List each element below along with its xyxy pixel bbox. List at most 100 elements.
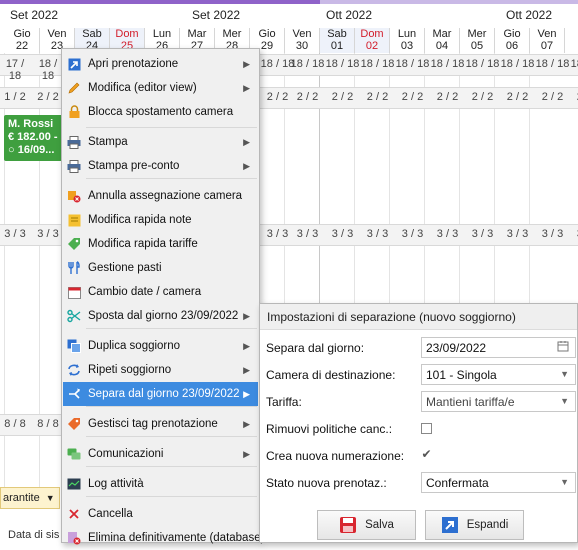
day-header: Gio 06 [495,28,530,53]
menu-item-print[interactable]: Stampa ▶ [63,130,258,154]
submenu-arrow-icon: ▶ [243,388,250,399]
day-number: 06 [505,40,519,52]
from-day-input[interactable]: 23/09/2022 [421,337,576,358]
menu-item-cancel[interactable]: Cancella [63,502,258,526]
menu-separator [86,406,257,407]
menu-item-change-dates-room[interactable]: Cambio date / camera [63,280,258,304]
availability-cell: 2 / 2 [401,91,424,103]
lock-icon [67,105,81,119]
menu-item-quick-edit-notes[interactable]: Modifica rapida note [63,208,258,232]
printer-icon [67,135,81,149]
submenu-arrow-icon: ▶ [243,364,250,375]
menu-item-repeat-stay[interactable]: Ripeti soggiorno ▶ [63,358,258,382]
day-header: Lun 03 [390,28,425,53]
printer-icon [67,159,81,173]
menu-separator [86,436,257,437]
calendar-icon [67,285,81,299]
availability-cell: 3 / 3 [541,228,564,240]
dest-room-label: Camera di destinazione: [266,368,396,382]
expand-button[interactable]: Espandi [425,510,524,540]
tag-icon [67,237,81,251]
remove-policies-label: Rimuovi politiche canc.: [266,422,393,436]
availability-cell: 2 / 2 [471,91,494,103]
menu-item-lock-room-move[interactable]: Blocca spostamento camera [63,100,258,124]
day-name: Mar [432,28,452,40]
menu-item-label: Stampa [88,136,128,148]
availability-cell: 18 / 18 [38,58,58,82]
tag-orange-icon [67,417,81,431]
day-header: Sab 01 [320,28,355,53]
booking-block[interactable]: M. Rossi € 182.00 - ○ 16/09... [4,115,66,161]
calendar-icon[interactable] [557,340,569,355]
status-select[interactable]: Confermata ▼ [421,472,576,493]
availability-cell: 18 / 18 [570,58,578,70]
menu-item-label: Sposta dal giorno 23/09/2022 [88,310,239,322]
menu-item-label: Modifica rapida note [88,214,192,226]
menu-item-edit-editor-view[interactable]: Modifica (editor view) ▶ [63,76,258,100]
save-button[interactable]: Salva [317,510,416,540]
menu-item-label: Log attività [88,478,144,490]
menu-item-split-from-day[interactable]: Separa dal giorno 23/09/2022 ▶ [63,382,258,406]
availability-cell: 3 / 3 [436,228,459,240]
menu-item-meal-management[interactable]: Gestione pasti [63,256,258,280]
menu-item-unassign-room[interactable]: Annulla assegnazione camera [63,184,258,208]
menu-item-label: Cambio date / camera [88,286,202,298]
menu-item-activity-log[interactable]: Log attività [63,472,258,496]
menu-item-print-pre-bill[interactable]: Stampa pre-conto ▶ [63,154,258,178]
day-name: Gio [13,28,31,40]
menu-separator [86,328,257,329]
menu-item-duplicate-stay[interactable]: Duplica soggiorno ▶ [63,334,258,358]
availability-cell: 18 / 18 [290,58,325,70]
menu-item-manage-booking-tags[interactable]: Gestisci tag prenotazione ▶ [63,412,258,436]
availability-cell: 3 / 3 [401,228,424,240]
day-number: 01 [330,40,344,52]
submenu-arrow-icon: ▶ [243,136,250,147]
pencil-icon [67,81,81,95]
availability-cell: 2 / 2 [37,91,59,103]
menu-item-label: Annulla assegnazione camera [88,190,243,202]
chevron-down-icon: ▼ [560,477,569,487]
expand-label: Espandi [466,519,509,531]
chevron-down-icon: ▼ [560,369,569,379]
menu-item-quick-edit-rates[interactable]: Modifica rapida tariffe [63,232,258,256]
new-numbering-checkbox[interactable]: ✔ [421,448,432,461]
chevron-down-icon: ▼ [45,493,55,503]
submenu-arrow-icon: ▶ [243,82,250,93]
booking-status-value: arantite [3,492,40,504]
day-name: Gio [503,28,521,40]
menu-item-label: Duplica soggiorno [88,340,181,352]
availability-cell: 18 / 18 [325,58,360,70]
availability-cell: 8 / 8 [37,418,59,430]
day-number: 07 [540,40,554,52]
month-label: Ott 2022 [506,8,553,22]
menu-item-label: Gestione pasti [88,262,162,274]
day-header: Dom 02 [355,28,390,53]
availability-cell: 2 / 2 [366,91,389,103]
day-name: Sab [327,28,347,40]
month-label: Set 2022 [10,8,59,22]
availability-cell: 2 / 2 [436,91,459,103]
submenu-arrow-icon: ▶ [243,418,250,429]
booking-status-select[interactable]: arantite ▼ [0,487,60,509]
rate-select[interactable]: Mantieni tariffa/e ▼ [421,391,576,412]
menu-item-move-from-day[interactable]: Sposta dal giorno 23/09/2022 ▶ [63,304,258,328]
menu-separator [86,466,257,467]
availability-cell: 3 / 3 [366,228,389,240]
scissors-icon [67,309,81,323]
availability-cell: 18 / 18 [430,58,465,70]
menu-item-label: Separa dal giorno 23/09/2022 [88,388,240,400]
cross-icon [67,507,81,521]
day-number: 05 [470,40,484,52]
dest-room-select[interactable]: 101 - Singola ▼ [421,364,576,385]
month-label: Set 2022 [192,8,241,22]
menu-item-delete-permanently[interactable]: Elimina definitivamente (database) [63,526,264,550]
menu-item-open-booking[interactable]: Apri prenotazione ▶ [63,52,258,76]
panel-title: Impostazioni di separazione (nuovo soggi… [260,304,577,330]
menu-item-label: Modifica (editor view) [88,82,197,94]
menu-item-communications[interactable]: Comunicazioni ▶ [63,442,258,466]
remove-policies-checkbox[interactable] [421,423,432,434]
availability-cell: 18 / 18 [500,58,535,70]
day-name: Dom [360,28,384,40]
open-booking-icon [67,57,81,71]
availability-cell: 3 / 3 [37,228,59,240]
